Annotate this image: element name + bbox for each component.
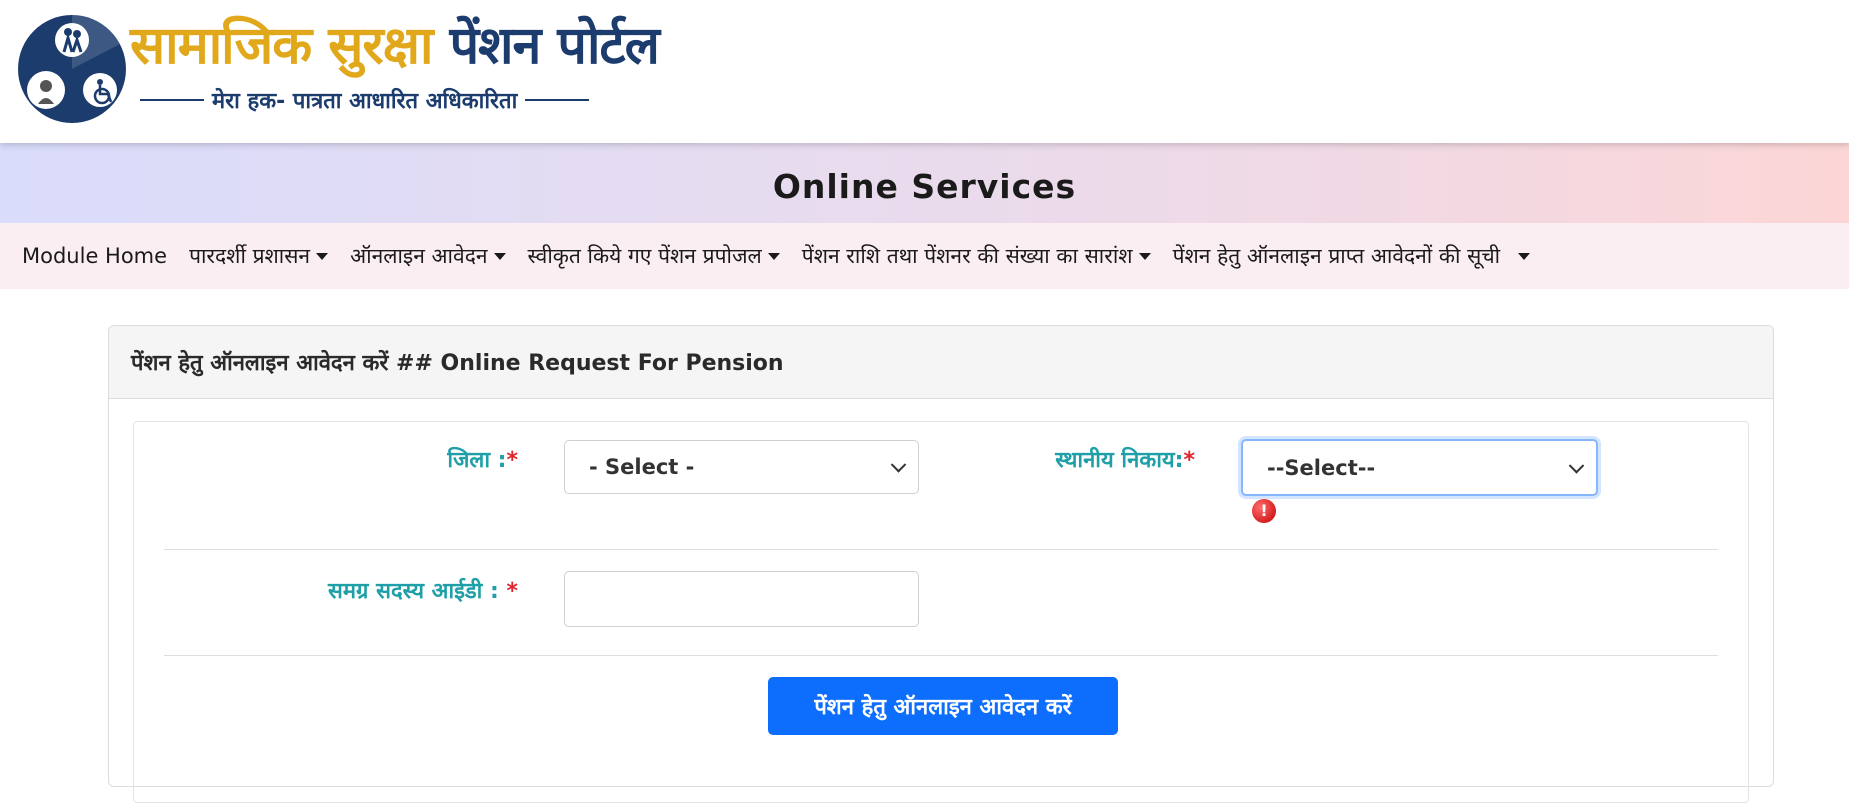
portal-title-part1: सामाजिक सुरक्षा xyxy=(130,16,433,76)
divider xyxy=(164,655,1718,656)
caret-down-icon xyxy=(767,252,780,260)
nav-item-transparent-administration[interactable]: पारदर्शी प्रशासन xyxy=(189,242,329,270)
nav-item-label: पेंशन हेतु ऑनलाइन प्राप्त आवेदनों की सूच… xyxy=(1172,244,1501,268)
pension-request-card: पेंशन हेतु ऑनलाइन आवेदन करें ## Online R… xyxy=(108,325,1774,803)
nav-item-pension-summary[interactable]: पेंशन राशि तथा पेंशनर की संख्या का सारां… xyxy=(802,242,1151,270)
required-mark: * xyxy=(1183,448,1195,473)
nav-item-label: स्वीकृत किये गए पेंशन प्रपोजल xyxy=(527,244,762,268)
nav-item-approved-proposals[interactable]: स्वीकृत किये गए पेंशन प्रपोजल xyxy=(528,242,780,270)
nav-item-received-applications[interactable]: पेंशन हेतु ऑनलाइन प्राप्त आवेदनों की सूच… xyxy=(1173,242,1531,270)
tagline-rule-right xyxy=(525,99,590,101)
main-nav: Module Home पारदर्शी प्रशासन ऑनलाइन आवेद… xyxy=(0,223,1849,289)
services-banner: Online Services xyxy=(0,143,1849,223)
card-header: पेंशन हेतु ऑनलाइन आवेदन करें ## Online R… xyxy=(109,326,1773,399)
nav-item-module-home[interactable]: Module Home xyxy=(22,244,167,268)
nav-item-label: ऑनलाइन आवेदन xyxy=(350,244,488,268)
nav-item-online-application[interactable]: ऑनलाइन आवेदन xyxy=(350,242,506,270)
portal-tagline: मेरा हक- पात्रता आधारित अधिकारिता xyxy=(140,84,590,116)
local-body-label-text: स्थानीय निकाय: xyxy=(1055,448,1184,473)
submit-pension-request-button[interactable]: पेंशन हेतु ऑनलाइन आवेदन करें xyxy=(768,677,1118,735)
portal-title-part2: पेंशन पोर्टल xyxy=(449,16,660,76)
nav-item-label: पारदर्शी प्रशासन xyxy=(189,244,311,268)
required-mark: * xyxy=(506,579,518,604)
member-id-label: समग्र सदस्य आईडी : * xyxy=(134,575,518,605)
tagline-text: मेरा हक- पात्रता आधारित अधिकारिता xyxy=(212,89,518,114)
local-body-label: स्थानीय निकाय:* xyxy=(134,444,1195,474)
pension-portal-emblem-icon xyxy=(18,14,126,123)
caret-down-icon xyxy=(316,252,329,260)
member-id-label-text: समग्र सदस्य आईडी : xyxy=(327,579,507,604)
banner-title: Online Services xyxy=(772,166,1077,206)
nav-item-label: Module Home xyxy=(22,244,168,268)
portal-title: सामाजिक सुरक्षा पेंशन पोर्टल xyxy=(130,14,660,78)
caret-down-icon xyxy=(1518,252,1531,260)
tagline-rule-left xyxy=(140,99,204,101)
site-header: सामाजिक सुरक्षा पेंशन पोर्टल मेरा हक- पा… xyxy=(0,0,1849,143)
form-body: जिला :* - Select - स्थानीय निकाय:* --Sel… xyxy=(133,421,1749,803)
caret-down-icon xyxy=(493,252,506,260)
nav-item-label: पेंशन राशि तथा पेंशनर की संख्या का सारां… xyxy=(801,244,1133,268)
local-body-select[interactable]: --Select-- xyxy=(1241,439,1598,496)
caret-down-icon xyxy=(1138,252,1151,260)
validation-error-icon: ! xyxy=(1252,499,1276,523)
local-body-selected-value: --Select-- xyxy=(1267,455,1376,480)
chevron-down-icon xyxy=(1568,457,1585,474)
divider xyxy=(164,549,1718,550)
member-id-input[interactable] xyxy=(564,571,919,627)
